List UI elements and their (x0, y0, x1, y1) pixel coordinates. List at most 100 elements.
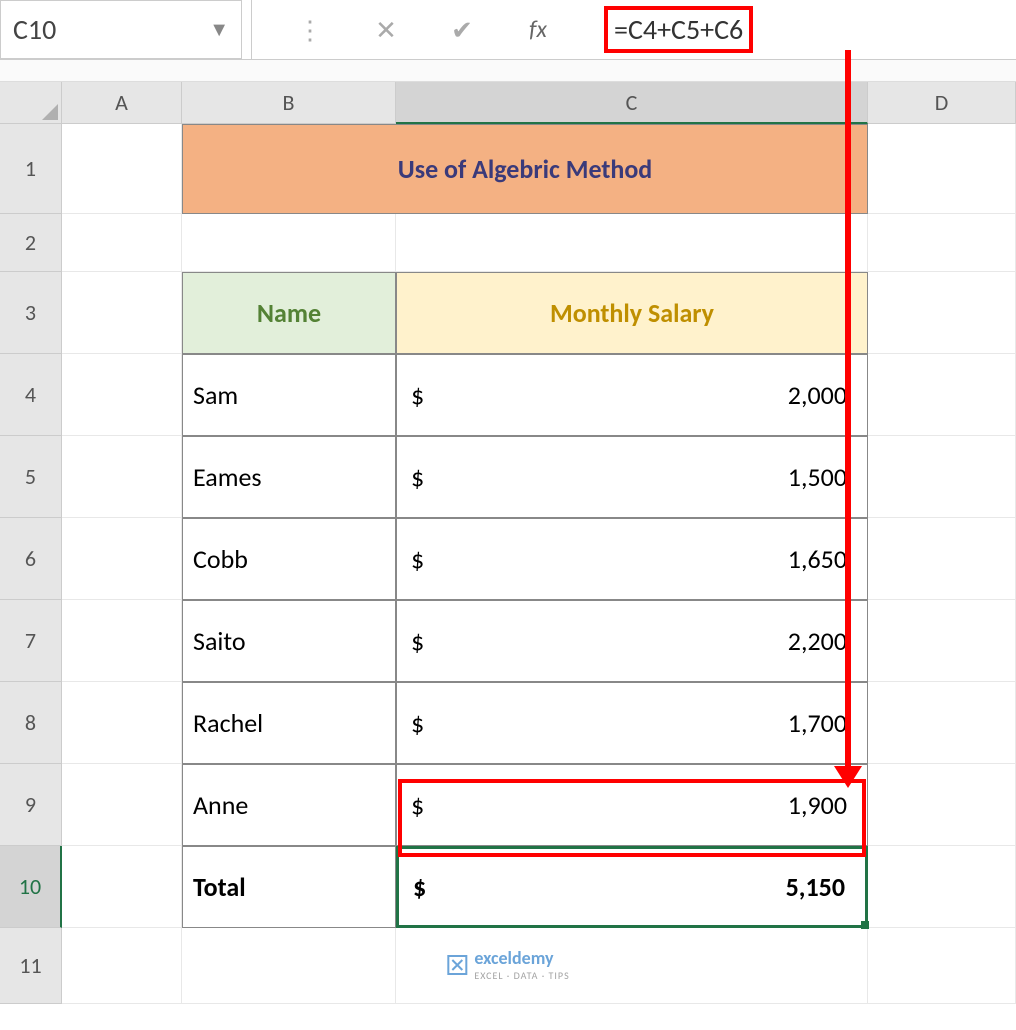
total-label[interactable]: Total (182, 846, 396, 928)
salary-cell[interactable]: $1,650 (396, 518, 868, 600)
header-name[interactable]: Name (182, 272, 396, 354)
currency-symbol: $ (407, 543, 424, 575)
name-box[interactable]: C10 ▼ (0, 0, 242, 59)
salary-value: 1,700 (788, 707, 857, 739)
row-10: 10 Total $5,150 (0, 846, 1016, 928)
name-cell[interactable]: Eames (182, 436, 396, 518)
cell-C2[interactable] (396, 214, 868, 272)
name-cell[interactable]: Saito (182, 600, 396, 682)
salary-cell[interactable]: $2,000 (396, 354, 868, 436)
col-header-A[interactable]: A (62, 82, 182, 124)
cell-D6[interactable] (868, 518, 1016, 600)
cell-D3[interactable] (868, 272, 1016, 354)
salary-cell[interactable]: $2,200 (396, 600, 868, 682)
row-header-5[interactable]: 5 (0, 436, 62, 518)
divider (242, 0, 252, 59)
name-cell[interactable]: Cobb (182, 518, 396, 600)
watermark-brand: exceldemy (474, 947, 553, 969)
cell-D5[interactable] (868, 436, 1016, 518)
name-box-value: C10 (13, 12, 56, 47)
watermark: exceldemy EXCEL · DATA · TIPS (446, 947, 569, 982)
cell-A8[interactable] (62, 682, 182, 764)
name-cell[interactable]: Rachel (182, 682, 396, 764)
cell-B11[interactable] (182, 928, 396, 1004)
cell-A3[interactable] (62, 272, 182, 354)
row-3: 3 Name Monthly Salary (0, 272, 1016, 354)
cell-D10[interactable] (868, 846, 1016, 928)
row-7: 7 Saito $2,200 (0, 600, 1016, 682)
dots-icon: ⋮ (292, 12, 328, 48)
currency-symbol: $ (407, 461, 424, 493)
cell-A6[interactable] (62, 518, 182, 600)
row-1: 1 Use of Algebric Method (0, 124, 1016, 214)
row-5: 5 Eames $1,500 (0, 436, 1016, 518)
salary-cell[interactable]: $1,500 (396, 436, 868, 518)
cell-D4[interactable] (868, 354, 1016, 436)
col-header-D[interactable]: D (868, 82, 1016, 124)
spacer (0, 60, 1016, 82)
salary-cell[interactable]: $1,700 (396, 682, 868, 764)
rows: 1 Use of Algebric Method 2 3 Name Monthl… (0, 124, 1016, 1004)
cell-A2[interactable] (62, 214, 182, 272)
cell-A4[interactable] (62, 354, 182, 436)
row-header-7[interactable]: 7 (0, 600, 62, 682)
row-8: 8 Rachel $1,700 (0, 682, 1016, 764)
total-cell[interactable]: $5,150 (396, 846, 868, 928)
cell-A9[interactable] (62, 764, 182, 846)
cell-D1[interactable] (868, 124, 1016, 214)
cell-A11[interactable] (62, 928, 182, 1004)
cell-A10[interactable] (62, 846, 182, 928)
cell-D8[interactable] (868, 682, 1016, 764)
fill-handle[interactable] (861, 921, 869, 929)
salary-cell[interactable]: $1,900 (396, 764, 868, 846)
currency-symbol: $ (407, 379, 424, 411)
formula-bar: C10 ▼ ⋮ ✕ ✔ fx =C4+C5+C6 (0, 0, 1016, 60)
cell-B2[interactable] (182, 214, 396, 272)
cell-D2[interactable] (868, 214, 1016, 272)
formula-text: =C4+C5+C6 (604, 6, 753, 53)
title-cell[interactable]: Use of Algebric Method (182, 124, 868, 214)
row-header-10[interactable]: 10 (0, 846, 62, 928)
col-header-C[interactable]: C (396, 82, 868, 124)
row-header-3[interactable]: 3 (0, 272, 62, 354)
col-header-B[interactable]: B (182, 82, 396, 124)
row-header-6[interactable]: 6 (0, 518, 62, 600)
cell-D7[interactable] (868, 600, 1016, 682)
formula-input[interactable]: =C4+C5+C6 (596, 0, 1016, 59)
header-salary[interactable]: Monthly Salary (396, 272, 868, 354)
watermark-icon (446, 954, 468, 976)
fx-icon[interactable]: fx (520, 12, 556, 48)
cell-D11[interactable] (868, 928, 1016, 1004)
cell-D9[interactable] (868, 764, 1016, 846)
row-header-8[interactable]: 8 (0, 682, 62, 764)
formula-buttons: ⋮ ✕ ✔ fx (252, 0, 596, 59)
watermark-tag: EXCEL · DATA · TIPS (474, 969, 569, 982)
column-headers: A B C D (62, 82, 1016, 124)
row-9: 9 Anne $1,900 (0, 764, 1016, 846)
row-header-1[interactable]: 1 (0, 124, 62, 214)
cell-A5[interactable] (62, 436, 182, 518)
row-4: 4 Sam $2,000 (0, 354, 1016, 436)
row-header-4[interactable]: 4 (0, 354, 62, 436)
name-cell[interactable]: Anne (182, 764, 396, 846)
cancel-icon[interactable]: ✕ (368, 12, 404, 48)
currency-symbol: $ (407, 625, 424, 657)
salary-value: 1,500 (788, 461, 857, 493)
row-header-9[interactable]: 9 (0, 764, 62, 846)
row-header-11[interactable]: 11 (0, 928, 62, 1004)
salary-value: 2,000 (788, 379, 857, 411)
salary-value: 1,900 (788, 789, 857, 821)
salary-value: 2,200 (788, 625, 857, 657)
spreadsheet-grid: A B C D 1 Use of Algebric Method 2 3 Nam… (0, 82, 1016, 1004)
currency-symbol: $ (409, 871, 426, 903)
cell-A7[interactable] (62, 600, 182, 682)
name-cell[interactable]: Sam (182, 354, 396, 436)
select-all-corner[interactable] (0, 82, 62, 124)
currency-symbol: $ (407, 707, 424, 739)
cell-A1[interactable] (62, 124, 182, 214)
dropdown-arrow-icon[interactable]: ▼ (209, 18, 229, 42)
enter-icon[interactable]: ✔ (444, 12, 480, 48)
corner-triangle-icon (42, 104, 58, 120)
row-header-2[interactable]: 2 (0, 214, 62, 272)
row-2: 2 (0, 214, 1016, 272)
